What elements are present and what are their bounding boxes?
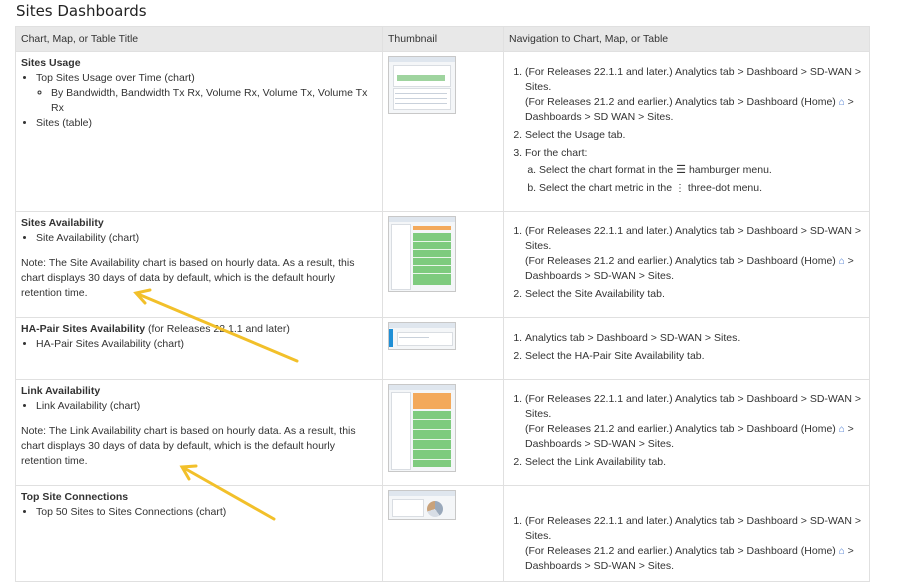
list-item: For the chart: Select the chart format i…	[525, 146, 864, 196]
list-item: Select the Site Availability tab.	[525, 287, 864, 302]
title-cell: Sites Usage Top Sites Usage over Time (c…	[15, 51, 383, 212]
bullet-list: HA-Pair Sites Availability (chart)	[21, 337, 377, 352]
step-text: three-dot menu.	[687, 181, 763, 194]
list-item: Sites (table)	[36, 116, 377, 131]
step-text: (For Releases 22.1.1 and later.) Analyti…	[525, 393, 862, 420]
list-item: (For Releases 22.1.1 and later.) Analyti…	[525, 65, 864, 125]
note-text: Note: The Link Availability chart is bas…	[21, 425, 356, 467]
thumbnail-cell	[382, 317, 504, 380]
header-thumbnail: Thumbnail	[382, 26, 504, 52]
home-icon: ⌂	[838, 424, 845, 435]
sub-steps-list: Select the chart format in the ☰ hamburg…	[525, 163, 864, 196]
navigation-cell: (For Releases 22.1.1 and later.) Analyti…	[503, 485, 870, 582]
list-item: HA-Pair Sites Availability (chart)	[36, 337, 377, 352]
step-text: (For Releases 22.1.1 and later.) Analyti…	[525, 515, 862, 542]
note-text: Note: The Site Availability chart is bas…	[21, 257, 355, 299]
thumbnail-image[interactable]	[388, 216, 456, 292]
bullet-list: Link Availability (chart)	[21, 399, 377, 414]
thumbnail-cell	[382, 211, 504, 318]
thumbnail-image[interactable]	[388, 322, 456, 350]
page-title: Sites Dashboards	[16, 2, 147, 20]
list-item-text: Top Sites Usage over Time (chart)	[36, 72, 195, 84]
thumbnail-cell	[382, 379, 504, 486]
title-cell: Sites Availability Site Availability (ch…	[15, 211, 383, 318]
sites-dashboards-table: Chart, Map, or Table Title Thumbnail Nav…	[15, 26, 870, 582]
table-header-row: Chart, Map, or Table Title Thumbnail Nav…	[15, 26, 870, 52]
row-title-suffix: (for Releases 22.1.1 and later)	[145, 323, 290, 335]
hamburger-icon: ☰	[676, 163, 687, 176]
row-title: Top Site Connections	[21, 491, 129, 503]
home-icon: ⌂	[838, 96, 845, 108]
list-item: Select the chart format in the ☰ hamburg…	[539, 163, 864, 178]
list-item: Link Availability (chart)	[36, 399, 377, 414]
navigation-cell: (For Releases 22.1.1 and later.) Analyti…	[503, 211, 870, 318]
three-dot-icon: ⋮	[674, 182, 685, 194]
list-item: (For Releases 22.1.1 and later.) Analyti…	[525, 514, 864, 574]
navigation-cell: Analytics tab > Dashboard > SD-WAN > Sit…	[503, 317, 870, 380]
home-icon: ⌂	[838, 546, 845, 557]
steps-list: (For Releases 22.1.1 and later.) Analyti…	[509, 65, 864, 196]
step-text: For the chart:	[525, 146, 588, 159]
step-text: (For Releases 21.2 and earlier.) Analyti…	[525, 95, 836, 108]
list-item: Analytics tab > Dashboard > SD-WAN > Sit…	[525, 331, 864, 346]
bullet-list: Top 50 Sites to Sites Connections (chart…	[21, 505, 377, 520]
title-cell: Link Availability Link Availability (cha…	[15, 379, 383, 486]
step-text: hamburger menu.	[688, 163, 772, 176]
list-item: Site Availability (chart)	[36, 231, 377, 246]
step-text: (For Releases 21.2 and earlier.) Analyti…	[525, 423, 836, 435]
header-title: Chart, Map, or Table Title	[15, 26, 383, 52]
thumbnail-image[interactable]	[388, 490, 456, 520]
navigation-cell: (For Releases 22.1.1 and later.) Analyti…	[503, 379, 870, 486]
table-row: HA-Pair Sites Availability (for Releases…	[15, 317, 870, 380]
thumbnail-cell	[382, 485, 504, 582]
thumbnail-cell	[382, 51, 504, 212]
list-item: Select the chart metric in the ⋮ three-d…	[539, 181, 864, 196]
step-text: Select the chart metric in the	[539, 181, 673, 194]
steps-list: (For Releases 22.1.1 and later.) Analyti…	[509, 514, 864, 574]
list-item: Select the HA-Pair Site Availability tab…	[525, 349, 864, 364]
list-item: Top Sites Usage over Time (chart) By Ban…	[36, 71, 377, 116]
row-title-text: HA-Pair Sites Availability	[21, 323, 146, 335]
header-navigation: Navigation to Chart, Map, or Table	[503, 26, 870, 52]
table-row: Link Availability Link Availability (cha…	[15, 379, 870, 486]
row-title: Sites Availability	[21, 217, 104, 229]
steps-list: (For Releases 22.1.1 and later.) Analyti…	[509, 392, 864, 470]
row-title: Sites Usage	[21, 57, 81, 69]
step-text: Select the chart format in the	[539, 163, 674, 176]
list-item: Select the Usage tab.	[525, 128, 864, 143]
table-row: Sites Availability Site Availability (ch…	[15, 211, 870, 318]
bullet-list: Site Availability (chart)	[21, 231, 377, 246]
list-item: Select the Link Availability tab.	[525, 455, 864, 470]
navigation-cell: (For Releases 22.1.1 and later.) Analyti…	[503, 51, 870, 212]
list-item: (For Releases 22.1.1 and later.) Analyti…	[525, 224, 864, 284]
thumbnail-image[interactable]	[388, 384, 456, 472]
table-row: Sites Usage Top Sites Usage over Time (c…	[15, 51, 870, 212]
list-item: (For Releases 22.1.1 and later.) Analyti…	[525, 392, 864, 452]
thumbnail-image[interactable]	[388, 56, 456, 114]
bullet-list: Top Sites Usage over Time (chart) By Ban…	[21, 71, 377, 131]
sub-bullet-list: By Bandwidth, Bandwidth Tx Rx, Volume Rx…	[36, 86, 377, 116]
steps-list: (For Releases 22.1.1 and later.) Analyti…	[509, 224, 864, 302]
step-text: (For Releases 22.1.1 and later.) Analyti…	[525, 225, 862, 252]
title-cell: HA-Pair Sites Availability (for Releases…	[15, 317, 383, 380]
list-item: Top 50 Sites to Sites Connections (chart…	[36, 505, 377, 520]
table-row: Top Site Connections Top 50 Sites to Sit…	[15, 485, 870, 582]
steps-list: Analytics tab > Dashboard > SD-WAN > Sit…	[509, 331, 864, 364]
step-text: (For Releases 21.2 and earlier.) Analyti…	[525, 545, 836, 557]
home-icon: ⌂	[838, 256, 845, 267]
step-text: (For Releases 21.2 and earlier.) Analyti…	[525, 255, 836, 267]
list-item: By Bandwidth, Bandwidth Tx Rx, Volume Rx…	[51, 86, 377, 116]
row-title: Link Availability	[21, 385, 101, 397]
title-cell: Top Site Connections Top 50 Sites to Sit…	[15, 485, 383, 582]
step-text: (For Releases 22.1.1 and later.) Analyti…	[525, 65, 862, 93]
row-title: HA-Pair Sites Availability (for Releases…	[21, 322, 377, 337]
